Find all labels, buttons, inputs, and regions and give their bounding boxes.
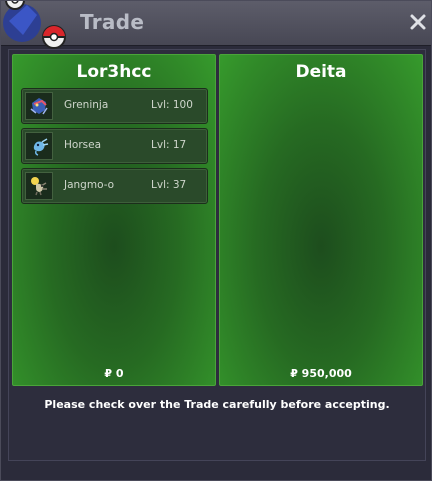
window-title: Trade [80, 10, 145, 34]
left-player-name: Lor3hcc [76, 62, 152, 82]
trade-item-greninja[interactable]: Greninja Lvl: 100 [21, 88, 208, 124]
right-money: ₽ 950,000 [290, 367, 352, 380]
jangmo-o-sprite-icon [25, 172, 53, 200]
left-money: ₽ 0 [104, 367, 124, 380]
right-trade-panel: Deita ₽ 950,000 [219, 54, 423, 386]
trade-notice: Please check over the Trade carefully be… [44, 398, 390, 411]
right-player-name: Deita [295, 62, 347, 82]
greninja-sprite-icon [25, 92, 53, 120]
horsea-sprite-icon [25, 132, 53, 160]
trade-item-horsea[interactable]: Horsea Lvl: 17 [21, 128, 208, 164]
left-trade-panel: Lor3hcc Greninja Lvl: 100 Horsea Lvl: 17… [12, 54, 216, 386]
pokeball-logo-icon [3, 1, 66, 49]
item-name: Horsea [64, 139, 102, 151]
item-name: Greninja [64, 99, 109, 111]
left-item-list: Greninja Lvl: 100 Horsea Lvl: 17 Jangmo-… [21, 88, 209, 208]
trade-item-jangmo-o[interactable]: Jangmo-o Lvl: 37 [21, 168, 208, 204]
trade-window: Trade Lor3hcc Greninja Lvl: 100 Horsea L… [0, 0, 432, 481]
item-name: Jangmo-o [64, 179, 115, 191]
close-icon[interactable] [408, 12, 428, 32]
item-level: Lvl: 17 [151, 139, 187, 151]
item-level: Lvl: 37 [151, 179, 187, 191]
item-level: Lvl: 100 [151, 99, 193, 111]
